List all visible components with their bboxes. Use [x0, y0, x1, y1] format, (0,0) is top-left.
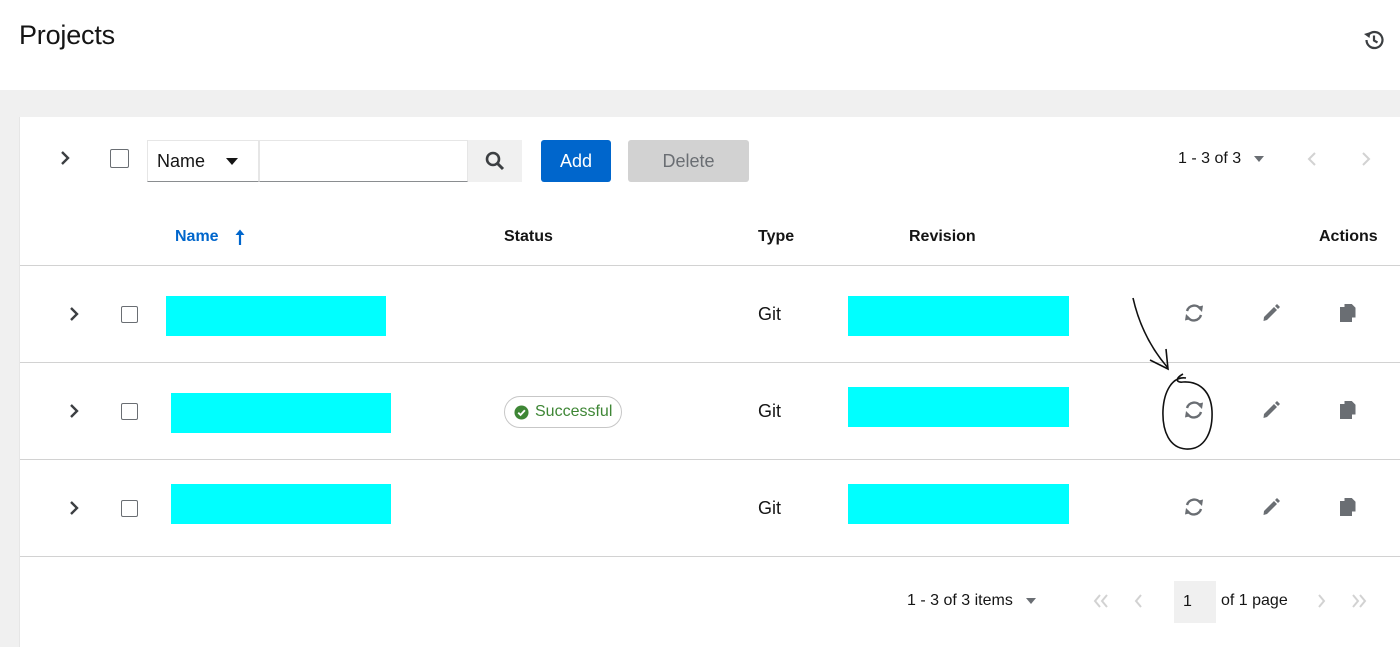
next-page-icon[interactable] [1358, 150, 1374, 168]
copy-icon[interactable] [1338, 302, 1358, 324]
toolbar-pagination-toggle[interactable]: 1 - 3 of 3 [1178, 150, 1265, 168]
filter-field-select[interactable]: Name [147, 140, 259, 182]
search-input[interactable] [259, 140, 468, 182]
project-type: Git [758, 401, 782, 421]
sync-icon[interactable] [1183, 302, 1205, 324]
row-expand-chevron-icon[interactable] [65, 499, 83, 517]
angle-double-right-icon[interactable] [1350, 593, 1368, 609]
row-expand-chevron-icon[interactable] [65, 402, 83, 420]
angle-left-icon[interactable] [1132, 593, 1144, 609]
page-title: Projects [19, 20, 115, 50]
copy-icon[interactable] [1338, 496, 1358, 518]
total-pages-label: of 1 page [1221, 592, 1288, 609]
table-row: Successful Git [20, 363, 1400, 460]
pencil-icon[interactable] [1261, 400, 1281, 420]
row-checkbox[interactable] [121, 306, 138, 323]
project-revision-redacted [848, 484, 1069, 524]
page-header: Projects [0, 0, 1400, 90]
copy-icon[interactable] [1338, 399, 1358, 421]
caret-down-icon [1254, 156, 1265, 162]
toolbar: Name Add Delete 1 - 3 of 3 [20, 117, 1400, 207]
sync-icon[interactable] [1183, 399, 1205, 421]
project-type: Git [758, 498, 782, 518]
angle-double-left-icon[interactable] [1092, 593, 1110, 609]
caret-down-icon [1025, 598, 1036, 604]
project-type: Git [758, 304, 782, 324]
row-expand-chevron-icon[interactable] [65, 305, 83, 323]
sort-up-icon [235, 229, 245, 245]
sync-icon[interactable] [1183, 496, 1205, 518]
project-name-redacted[interactable] [171, 484, 391, 524]
project-revision-redacted [848, 296, 1069, 336]
column-header-status: Status [504, 228, 553, 245]
search-icon [485, 151, 505, 171]
items-count-label: 1 - 3 of 3 items [907, 592, 1013, 609]
row-checkbox[interactable] [121, 403, 138, 420]
filter-field-label: Name [157, 150, 206, 171]
column-header-name-label: Name [175, 228, 219, 245]
column-header-name[interactable]: Name [175, 228, 246, 246]
column-header-revision: Revision [909, 228, 976, 245]
delete-button[interactable]: Delete [628, 140, 749, 182]
footer-pagination: 1 - 3 of 3 items of 1 page [20, 557, 1400, 647]
add-button[interactable]: Add [541, 140, 611, 182]
project-revision-redacted [848, 387, 1069, 427]
projects-card: Name Add Delete 1 - 3 of 3 Name Status T… [19, 117, 1400, 647]
current-page-input[interactable] [1174, 581, 1216, 623]
search-button[interactable] [468, 140, 522, 182]
pencil-icon[interactable] [1261, 303, 1281, 323]
status-badge-label: Successful [535, 403, 613, 420]
column-header-actions: Actions [1319, 228, 1378, 245]
select-all-checkbox[interactable] [110, 149, 129, 168]
expand-all-toggle-icon[interactable] [56, 149, 74, 167]
toolbar-pagination-label: 1 - 3 of 3 [1178, 150, 1242, 167]
history-icon[interactable] [1362, 28, 1386, 52]
table-row: Git [20, 266, 1400, 363]
items-per-page-toggle[interactable]: 1 - 3 of 3 items [907, 592, 1036, 610]
column-header-type: Type [758, 228, 795, 245]
status-badge[interactable]: Successful [504, 396, 623, 428]
pencil-icon[interactable] [1261, 497, 1281, 517]
table-row: Git [20, 460, 1400, 557]
table-header: Name Status Type Revision Actions [20, 207, 1400, 266]
check-circle-icon [514, 404, 529, 420]
row-checkbox[interactable] [121, 500, 138, 517]
caret-down-icon [226, 158, 238, 165]
previous-page-icon[interactable] [1304, 150, 1320, 168]
project-name-redacted[interactable] [166, 296, 386, 336]
project-name-redacted[interactable] [171, 393, 391, 433]
angle-right-icon[interactable] [1316, 593, 1328, 609]
